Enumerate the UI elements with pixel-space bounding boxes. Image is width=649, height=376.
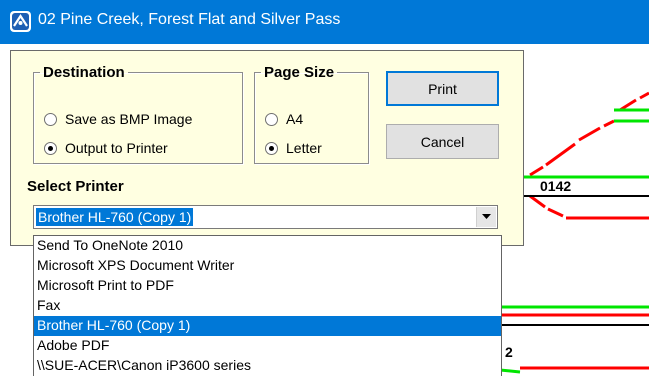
a4-label: A4 bbox=[286, 111, 304, 127]
printer-option[interactable]: Microsoft XPS Document Writer bbox=[34, 256, 501, 276]
printer-option[interactable]: Microsoft Print to PDF bbox=[34, 276, 501, 296]
combo-dropdown-button[interactable] bbox=[476, 207, 496, 227]
printer-option[interactable]: Adobe PDF bbox=[34, 336, 501, 356]
a4-radio[interactable] bbox=[265, 112, 278, 126]
app-logo-icon bbox=[10, 11, 31, 32]
letter-radio-label: Letter bbox=[286, 140, 322, 156]
window-title: 02 Pine Creek, Forest Flat and Silver Pa… bbox=[38, 11, 341, 28]
a4-option[interactable]: A4 bbox=[265, 111, 303, 127]
select-printer-label: Select Printer bbox=[27, 178, 124, 195]
save-bmp-radio[interactable] bbox=[44, 112, 57, 126]
track-label-0142: 0142 bbox=[540, 178, 572, 194]
printer-option[interactable]: \\SUE-ACER\Canon iP3600 series bbox=[34, 356, 501, 376]
printer-option[interactable]: Fax bbox=[34, 296, 501, 316]
printer-option[interactable]: Send To OneNote 2010 bbox=[34, 236, 501, 256]
chevron-down-icon bbox=[482, 214, 491, 219]
output-printer-option[interactable]: Output to Printer bbox=[44, 140, 168, 156]
printer-combo[interactable]: Brother HL-760 (Copy 1) bbox=[33, 205, 498, 229]
output-printer-radio[interactable] bbox=[44, 141, 57, 155]
save-bmp-label: Save as BMP Image bbox=[65, 111, 193, 127]
page-size-group: Page Size A4 Letter bbox=[254, 64, 369, 164]
page-size-legend: Page Size bbox=[264, 64, 335, 81]
track-label-2: 2 bbox=[505, 344, 513, 360]
title-bar[interactable]: 02 Pine Creek, Forest Flat and Silver Pa… bbox=[0, 0, 649, 44]
letter-option[interactable]: Letter bbox=[265, 140, 322, 156]
destination-group: Destination Save as BMP Image Output to … bbox=[33, 64, 243, 164]
destination-legend: Destination bbox=[43, 64, 125, 81]
printer-combo-value: Brother HL-760 (Copy 1) bbox=[36, 208, 194, 226]
cancel-button[interactable]: Cancel bbox=[386, 124, 499, 159]
output-printer-label: Output to Printer bbox=[65, 140, 168, 156]
save-bmp-option[interactable]: Save as BMP Image bbox=[44, 111, 192, 127]
printer-dropdown-list[interactable]: Send To OneNote 2010 Microsoft XPS Docum… bbox=[33, 235, 502, 376]
letter-radio[interactable] bbox=[265, 141, 278, 155]
print-button[interactable]: Print bbox=[386, 71, 499, 106]
printer-option-selected[interactable]: Brother HL-760 (Copy 1) bbox=[34, 316, 501, 336]
